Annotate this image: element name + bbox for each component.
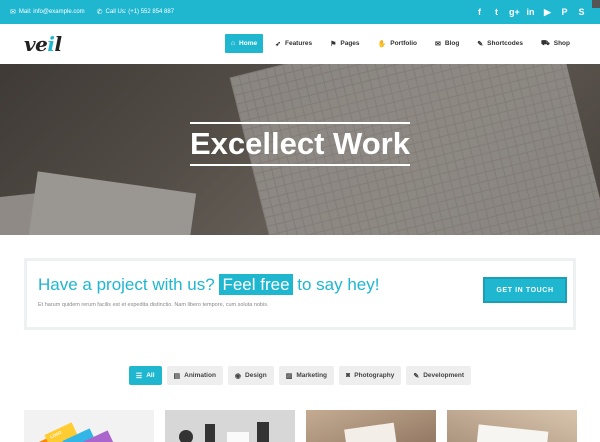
nav-blog[interactable]: ✉ Blog: [429, 34, 465, 53]
nav-label: Pages: [340, 40, 360, 47]
filter-photography[interactable]: ◙ Photography: [339, 366, 402, 385]
portfolio-item[interactable]: LOGO: [24, 410, 154, 442]
nav-label: Features: [284, 40, 313, 47]
filter-design[interactable]: ◉ Design: [227, 366, 274, 385]
filter-all[interactable]: ☰ All: [128, 366, 162, 385]
nav-portfolio[interactable]: ✋ Portfolio: [372, 34, 423, 53]
nav-shop[interactable]: ⛟ Shop: [535, 34, 576, 53]
contact-info: ✉ Mail: info@example.com ✆ Call Us: (+1)…: [10, 0, 174, 24]
film-icon: ▤: [173, 372, 181, 380]
nav-home[interactable]: ⌂ Home: [224, 34, 264, 53]
thumbs-up-icon: ✋: [377, 40, 387, 48]
wrench-icon: ✎: [413, 372, 420, 380]
facebook-icon[interactable]: f: [475, 0, 484, 24]
top-bar: ✉ Mail: info@example.com ✆ Call Us: (+1)…: [0, 0, 600, 24]
portfolio-item[interactable]: [165, 410, 295, 442]
skype-icon[interactable]: S: [577, 0, 586, 24]
eye-icon: ◉: [234, 372, 242, 380]
filter-marketing[interactable]: ▨ Marketing: [278, 366, 335, 385]
comments-icon: ✉: [434, 40, 441, 48]
portfolio-item[interactable]: [447, 410, 577, 442]
cta-subtext: Et harum quidem rerum facilis est et exp…: [38, 302, 269, 308]
stationery-image: [205, 424, 215, 442]
stationery-image: [227, 432, 249, 442]
flag-icon: ⚑: [330, 40, 337, 48]
mail-text: Mail: info@example.com: [18, 9, 85, 15]
filter-label: Marketing: [296, 372, 328, 379]
cart-icon: ⛟: [540, 40, 550, 47]
logo-text-start: ve: [24, 32, 48, 56]
site-logo[interactable]: veil: [24, 32, 62, 56]
nav-label: Blog: [444, 40, 460, 47]
phone-icon: ✆: [96, 9, 103, 16]
get-in-touch-button[interactable]: GET IN TOUCH: [483, 277, 567, 303]
picture-icon: ▨: [285, 372, 293, 380]
list-icon: ☰: [135, 372, 143, 380]
stationery-image: [179, 430, 193, 442]
filter-label: All: [146, 372, 155, 379]
hero-banner: Excellect Work: [0, 64, 600, 235]
pinterest-icon[interactable]: P: [560, 0, 569, 24]
linkedin-icon[interactable]: in: [526, 0, 535, 24]
hero-title: Excellect Work: [0, 122, 600, 166]
cta-headline-after: to say hey!: [297, 275, 380, 294]
nav-shortcodes[interactable]: ✎ Shortcodes: [471, 34, 529, 53]
filter-label: Animation: [184, 372, 216, 379]
phone-text: Call Us: (+1) 552 854 887: [105, 9, 175, 15]
nav-pages[interactable]: ⚑ Pages: [324, 34, 365, 53]
stationery-image: [257, 422, 269, 442]
twitter-icon[interactable]: t: [492, 0, 501, 24]
filter-development[interactable]: ✎ Development: [406, 366, 472, 385]
cta-headline-before: Have a project with us?: [38, 275, 215, 294]
nav-label: Home: [239, 40, 258, 47]
rocket-icon: ➶: [275, 40, 281, 48]
filter-animation[interactable]: ▤ Animation: [166, 366, 223, 385]
nav-label: Shortcodes: [487, 40, 523, 47]
mail-contact[interactable]: ✉ Mail: info@example.com: [10, 8, 85, 16]
wrench-icon: ✎: [477, 40, 484, 48]
filter-label: Development: [423, 372, 465, 379]
youtube-icon[interactable]: ▶: [543, 0, 552, 24]
phone-contact[interactable]: ✆ Call Us: (+1) 552 854 887: [97, 8, 174, 16]
corner-toggle[interactable]: [592, 0, 600, 8]
home-icon: ⌂: [230, 40, 236, 47]
cta-headline-highlight: Feel free: [219, 274, 293, 295]
filter-label: Photography: [354, 372, 395, 379]
logo-text-end: l: [54, 32, 62, 56]
filter-label: Design: [245, 372, 267, 379]
nav-features[interactable]: ➶ Features: [269, 34, 318, 53]
nav-label: Shop: [553, 40, 570, 47]
envelope-icon: ✉: [10, 9, 16, 16]
camera-icon: ◙: [346, 372, 351, 379]
call-to-action-box: Have a project with us? Feel free to say…: [24, 258, 576, 330]
portfolio-item[interactable]: [306, 410, 436, 442]
main-nav: ⌂ Home ➶ Features ⚑ Pages ✋ Portfolio ✉ …: [224, 34, 576, 53]
portfolio-grid: LOGO: [24, 410, 577, 442]
google-plus-icon[interactable]: g+: [509, 0, 520, 24]
social-links: f t g+ in ▶ P S: [475, 0, 586, 24]
portfolio-filters: ☰ All ▤ Animation ◉ Design ▨ Marketing ◙…: [0, 366, 600, 385]
nav-label: Portfolio: [390, 40, 417, 47]
site-header: veil ⌂ Home ➶ Features ⚑ Pages ✋ Portfol…: [0, 24, 600, 64]
hero-title-text: Excellect Work: [190, 122, 410, 166]
cta-headline: Have a project with us? Feel free to say…: [38, 274, 380, 295]
